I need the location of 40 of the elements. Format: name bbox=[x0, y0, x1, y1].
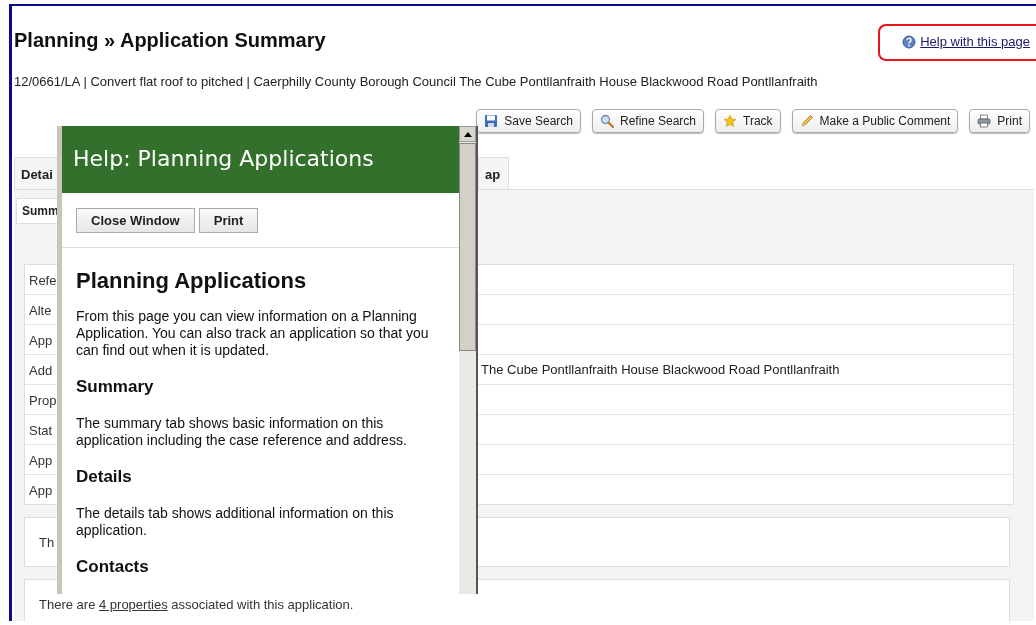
up-arrow-icon bbox=[463, 131, 472, 137]
help-window-button[interactable]: Print bbox=[198, 208, 259, 233]
help-link[interactable]: Help with this page bbox=[902, 34, 1030, 49]
row-label: Prop bbox=[29, 392, 57, 408]
star-icon bbox=[723, 114, 738, 128]
row-label: App bbox=[29, 482, 53, 498]
row-label: App bbox=[29, 332, 53, 348]
scrollbar[interactable] bbox=[459, 126, 476, 594]
section-heading: Details bbox=[76, 467, 133, 487]
toolbar-button[interactable]: Make a Public Comment bbox=[791, 109, 959, 133]
section-heading: Summary bbox=[76, 377, 155, 397]
toolbar-button[interactable]: Print bbox=[969, 109, 1030, 133]
row-label: Alte bbox=[29, 302, 52, 318]
help-text: From this page you can view information on a Planning Application. You can also track an application so that you can find out when it is updated. bbox=[76, 308, 430, 359]
row-label: Stat bbox=[29, 422, 53, 438]
toolbar-button[interactable]: Save Search bbox=[476, 109, 581, 133]
question-icon bbox=[902, 34, 917, 49]
scroll-thumb[interactable] bbox=[459, 143, 476, 351]
printer-icon bbox=[977, 114, 992, 128]
scroll-up-button[interactable] bbox=[459, 126, 476, 142]
help-text: The details tab shows additional information on this application. bbox=[76, 505, 395, 539]
tab[interactable]: ap bbox=[478, 157, 510, 189]
help-window-title: Help: Planning Applications bbox=[62, 126, 459, 193]
toolbar-button[interactable]: Track bbox=[715, 109, 781, 133]
row-label: App bbox=[29, 452, 53, 468]
help-heading: Planning Applications bbox=[76, 268, 308, 294]
section-heading: Contacts bbox=[76, 557, 150, 577]
properties-link[interactable]: 4 properties bbox=[99, 596, 168, 612]
row-label: Refe bbox=[29, 272, 57, 288]
row-label: Add bbox=[29, 362, 53, 378]
help-window-button[interactable]: Close Window bbox=[76, 208, 195, 233]
row-value: The Cube Pontllanfraith House Blackwood Road Pontllanfraith bbox=[481, 362, 840, 377]
note-text: Th bbox=[39, 534, 55, 550]
magnifier-icon bbox=[600, 114, 614, 128]
page-title: Planning » Application Summary bbox=[14, 29, 326, 52]
help-text: The summary tab shows basic information on this application including the case reference and address. bbox=[76, 415, 408, 449]
toolbar-button[interactable]: Refine Search bbox=[592, 109, 705, 133]
application-summary-line: 12/0661/LA | Convert flat roof to pitched | Caerphilly County Borough Council The Cube Pontllanfraith House Blackwood Road Pontllanfraith bbox=[14, 74, 819, 89]
pencil-icon bbox=[799, 114, 814, 128]
note-text: There are 4 properties associated with this application. bbox=[39, 596, 354, 612]
